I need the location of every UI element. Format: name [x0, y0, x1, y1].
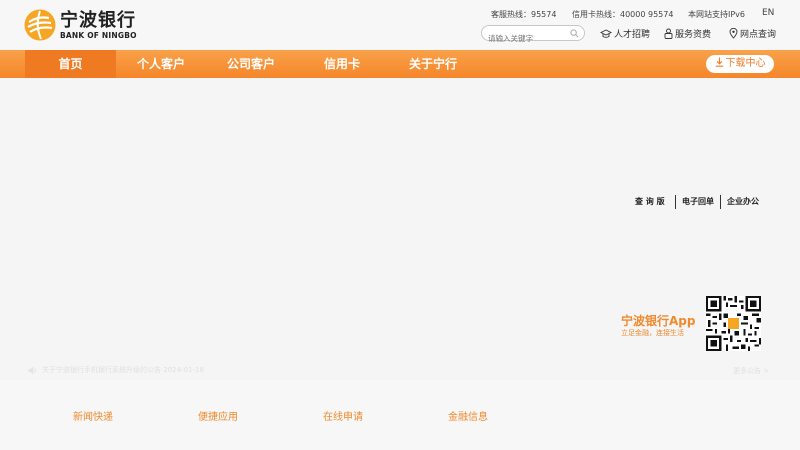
branch-locator-link[interactable]: 网点查询 — [729, 27, 776, 40]
app-promo-title: 宁波银行App — [621, 314, 696, 328]
download-icon — [715, 57, 723, 67]
language-switch[interactable]: EN — [762, 8, 774, 18]
announcement-ticker[interactable]: 关于宁波银行手机银行系统升级的公告 2024-01-18 — [28, 365, 204, 375]
nav-corporate[interactable]: 公司客户 — [212, 50, 290, 78]
careers-link[interactable]: 人才招聘 — [600, 27, 650, 40]
enterprise-office-link[interactable]: 企业办公 — [727, 196, 759, 207]
tab-online-application[interactable]: 在线申请 — [323, 408, 363, 423]
app-qr-code — [706, 296, 761, 351]
nav-credit-card[interactable]: 信用卡 — [305, 50, 379, 78]
download-center-button[interactable]: 下载中心 — [706, 55, 774, 73]
tab-financial-info[interactable]: 金融信息 — [448, 408, 488, 423]
graduation-cap-icon — [600, 28, 612, 38]
app-promo-subtitle: 立足金融，连接生活 — [621, 329, 684, 337]
careers-label: 人才招聘 — [614, 30, 651, 40]
search-box[interactable] — [481, 25, 585, 46]
ipv6-notice: 本网站支持IPv6 — [688, 10, 746, 19]
site-header: 宁波银行 BANK OF NINGBO 客服热线：95574 信用卡热线：400… — [0, 0, 800, 50]
tab-news[interactable]: 新闻快递 — [73, 408, 113, 423]
fee-icon — [664, 28, 673, 39]
tab-convenient-apps[interactable]: 便捷应用 — [198, 408, 238, 423]
download-center-label: 下载中心 — [725, 58, 766, 69]
location-pin-icon — [729, 28, 738, 39]
service-fees-link[interactable]: 服务资费 — [664, 27, 711, 40]
info-tabs: 新闻快递 便捷应用 在线申请 金融信息 — [0, 380, 800, 450]
quick-link-divider — [675, 195, 676, 209]
hotline-bar: 客服热线：95574 信用卡热线：40000 95574 本网站支持IPv6 E… — [0, 8, 800, 21]
service-fees-label: 服务资费 — [675, 30, 712, 40]
query-version-link[interactable]: 查 询 版 — [635, 196, 665, 207]
e-receipt-link[interactable]: 电子回单 — [682, 196, 714, 207]
search-icon[interactable] — [570, 29, 579, 38]
nav-home[interactable]: 首页 — [25, 50, 116, 78]
logo-english-name: BANK OF NINGBO — [60, 30, 137, 40]
announcement-text: 关于宁波银行手机银行系统升级的公告 2024-01-18 — [42, 366, 204, 374]
speaker-icon — [28, 366, 37, 374]
more-announcements-link[interactable]: 更多公告 > — [733, 366, 769, 376]
quick-link-divider — [720, 195, 721, 209]
credit-card-hotline: 信用卡热线：40000 95574 — [572, 10, 674, 19]
nav-personal[interactable]: 个人客户 — [122, 50, 200, 78]
service-hotline: 客服热线：95574 — [491, 10, 557, 19]
branch-locator-label: 网点查询 — [740, 30, 777, 40]
search-input[interactable] — [482, 31, 566, 46]
nav-about[interactable]: 关于宁行 — [396, 50, 470, 78]
main-nav: 首页 个人客户 公司客户 信用卡 关于宁行 下载中心 — [0, 50, 800, 78]
